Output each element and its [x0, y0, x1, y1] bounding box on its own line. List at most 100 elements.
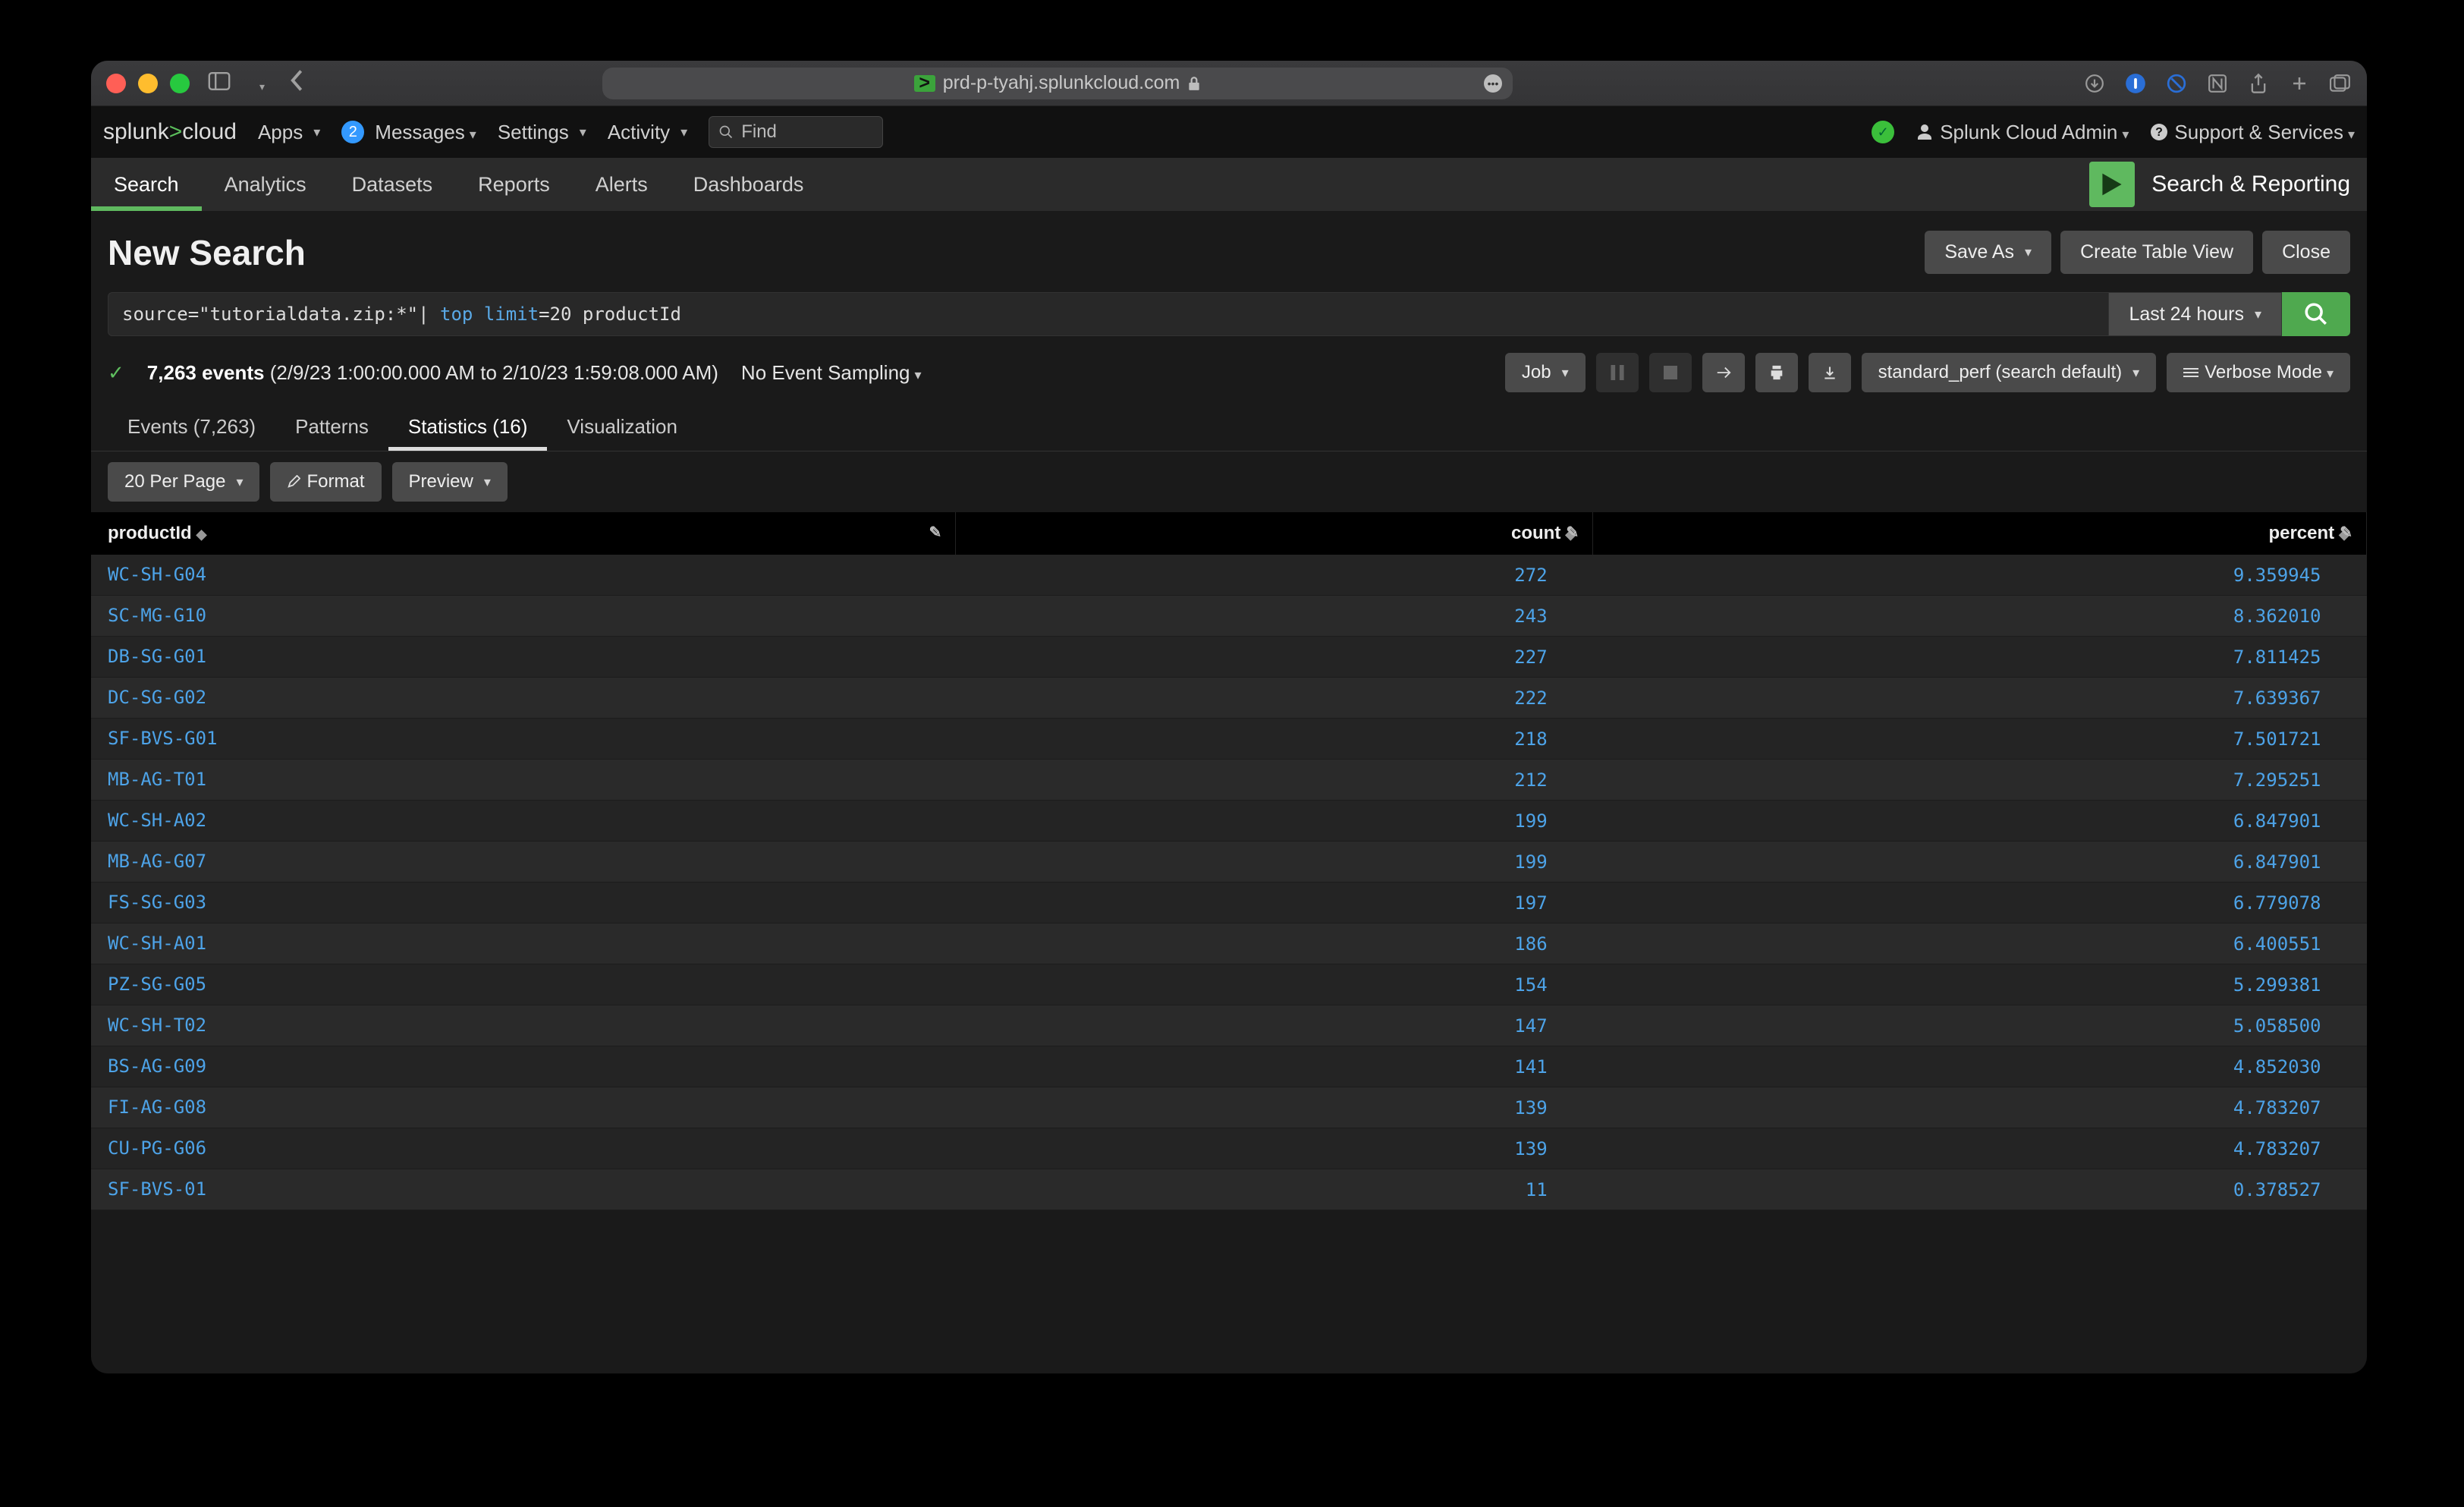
- health-status-icon[interactable]: ✓: [1872, 121, 1894, 143]
- tab-analytics[interactable]: Analytics: [202, 158, 329, 211]
- productid-link[interactable]: WC-SH-T02: [108, 1015, 206, 1036]
- productid-link[interactable]: SF-BVS-G01: [108, 728, 218, 749]
- tab-statistics[interactable]: Statistics (16): [388, 403, 548, 451]
- table-row: WC-SH-A021996.847901: [91, 801, 2367, 842]
- job-menu[interactable]: Job: [1505, 353, 1586, 392]
- tab-search[interactable]: Search: [91, 158, 202, 211]
- tab-alerts[interactable]: Alerts: [573, 158, 671, 211]
- cell-percent: 0.378527: [1593, 1169, 2367, 1210]
- cell-count: 139: [956, 1128, 1593, 1169]
- url-text: prd-p-tyahj.splunkcloud.com: [943, 72, 1180, 94]
- tab-patterns[interactable]: Patterns: [275, 403, 388, 451]
- tab-reports[interactable]: Reports: [455, 158, 573, 211]
- notion-icon[interactable]: [2206, 72, 2229, 95]
- tab-dashboards[interactable]: Dashboards: [671, 158, 827, 211]
- tab-visualization[interactable]: Visualization: [547, 403, 697, 451]
- edit-column-icon[interactable]: ✎: [1566, 523, 1579, 542]
- search-mode-dropdown[interactable]: Verbose Mode: [2167, 353, 2350, 392]
- app-nav: Search Analytics Datasets Reports Alerts…: [91, 158, 2367, 211]
- page-header: New Search Save As Create Table View Clo…: [91, 211, 2367, 292]
- tab-events[interactable]: Events (7,263): [108, 403, 275, 451]
- onepassword-icon[interactable]: [2124, 72, 2147, 95]
- save-as-button[interactable]: Save As: [1925, 231, 2051, 274]
- productid-link[interactable]: MB-AG-G07: [108, 851, 206, 872]
- extension-icon[interactable]: [2165, 72, 2188, 95]
- cell-percent: 6.400551: [1593, 923, 2367, 964]
- run-search-button[interactable]: [2282, 292, 2350, 336]
- sidebar-toggle-icon[interactable]: [200, 71, 238, 96]
- productid-link[interactable]: MB-AG-T01: [108, 769, 206, 790]
- print-button[interactable]: [1755, 353, 1798, 392]
- productid-link[interactable]: FI-AG-G08: [108, 1096, 206, 1118]
- edit-column-icon[interactable]: ✎: [929, 523, 942, 542]
- page-actions-icon[interactable]: •••: [1484, 74, 1502, 93]
- zoom-window-icon[interactable]: [170, 74, 190, 93]
- user-menu[interactable]: Splunk Cloud Admin: [1916, 121, 2129, 144]
- back-button-icon[interactable]: [283, 70, 312, 97]
- close-button[interactable]: Close: [2262, 231, 2350, 274]
- find-input[interactable]: Find: [709, 116, 883, 148]
- table-row: SF-BVS-G012187.501721: [91, 719, 2367, 760]
- minimize-window-icon[interactable]: [138, 74, 158, 93]
- productid-link[interactable]: WC-SH-A01: [108, 933, 206, 954]
- tab-datasets[interactable]: Datasets: [329, 158, 456, 211]
- query-kw1: top: [440, 304, 473, 325]
- settings-menu[interactable]: Settings: [498, 121, 586, 144]
- preview-dropdown[interactable]: Preview: [392, 462, 508, 502]
- new-tab-icon[interactable]: [2288, 72, 2311, 95]
- col-percent[interactable]: percent◆ ✎: [1593, 512, 2367, 555]
- export-button[interactable]: [1809, 353, 1851, 392]
- create-table-view-button[interactable]: Create Table View: [2060, 231, 2253, 274]
- url-bar[interactable]: > prd-p-tyahj.splunkcloud.com •••: [602, 68, 1513, 99]
- edit-column-icon[interactable]: ✎: [2340, 523, 2352, 542]
- support-menu[interactable]: ? Support & Services: [2150, 121, 2355, 144]
- apps-menu[interactable]: Apps: [258, 121, 320, 144]
- cell-count: 186: [956, 923, 1593, 964]
- search-input[interactable]: source="tutorialdata.zip:*"| top limit=2…: [108, 292, 2109, 336]
- productid-link[interactable]: WC-SH-G04: [108, 564, 206, 585]
- messages-menu[interactable]: 2 Messages: [341, 121, 476, 144]
- share-icon[interactable]: [2247, 72, 2270, 95]
- event-sampling-dropdown[interactable]: No Event Sampling: [741, 361, 922, 385]
- tab-group-dropdown[interactable]: [249, 71, 272, 96]
- search-bar: source="tutorialdata.zip:*"| top limit=2…: [91, 292, 2367, 348]
- col-productid[interactable]: productId◆ ✎: [91, 512, 956, 555]
- productid-link[interactable]: FS-SG-G03: [108, 892, 206, 913]
- close-window-icon[interactable]: [106, 74, 126, 93]
- productid-link[interactable]: SC-MG-G10: [108, 605, 206, 626]
- cell-productid: CU-PG-G06: [91, 1128, 956, 1169]
- productid-link[interactable]: DC-SG-G02: [108, 687, 206, 708]
- cell-percent: 4.852030: [1593, 1046, 2367, 1087]
- activity-menu[interactable]: Activity: [608, 121, 687, 144]
- cell-productid: PZ-SG-G05: [91, 964, 956, 1005]
- time-range-picker[interactable]: Last 24 hours: [2109, 292, 2282, 336]
- pencil-icon: [287, 475, 300, 489]
- productid-link[interactable]: PZ-SG-G05: [108, 974, 206, 995]
- table-row: WC-SH-T021475.058500: [91, 1005, 2367, 1046]
- user-icon: [1916, 123, 1934, 141]
- format-label: Format: [306, 471, 364, 492]
- app-brand[interactable]: Search & Reporting: [2089, 162, 2367, 207]
- splunk-logo[interactable]: splunk>cloud: [103, 119, 237, 145]
- productid-link[interactable]: DB-SG-G01: [108, 646, 206, 667]
- pause-button[interactable]: [1596, 353, 1639, 392]
- cell-percent: 6.847901: [1593, 842, 2367, 882]
- per-page-dropdown[interactable]: 20 Per Page: [108, 462, 259, 502]
- stop-button[interactable]: [1649, 353, 1692, 392]
- share-job-button[interactable]: [1702, 353, 1745, 392]
- support-label: Support & Services: [2174, 121, 2355, 144]
- cell-percent: 4.783207: [1593, 1128, 2367, 1169]
- check-icon: ✓: [108, 361, 124, 385]
- table-row: DC-SG-G022227.639367: [91, 678, 2367, 719]
- productid-link[interactable]: BS-AG-G09: [108, 1056, 206, 1077]
- search-perf-dropdown[interactable]: standard_perf (search default): [1862, 353, 2157, 392]
- productid-link[interactable]: SF-BVS-01: [108, 1178, 206, 1200]
- downloads-icon[interactable]: [2083, 72, 2106, 95]
- productid-link[interactable]: CU-PG-G06: [108, 1137, 206, 1159]
- cell-percent: 6.779078: [1593, 882, 2367, 923]
- tab-overview-icon[interactable]: [2329, 72, 2352, 95]
- format-button[interactable]: Format: [270, 462, 381, 502]
- productid-link[interactable]: WC-SH-A02: [108, 810, 206, 831]
- col-count[interactable]: count◆ ✎: [956, 512, 1593, 555]
- cell-count: 141: [956, 1046, 1593, 1087]
